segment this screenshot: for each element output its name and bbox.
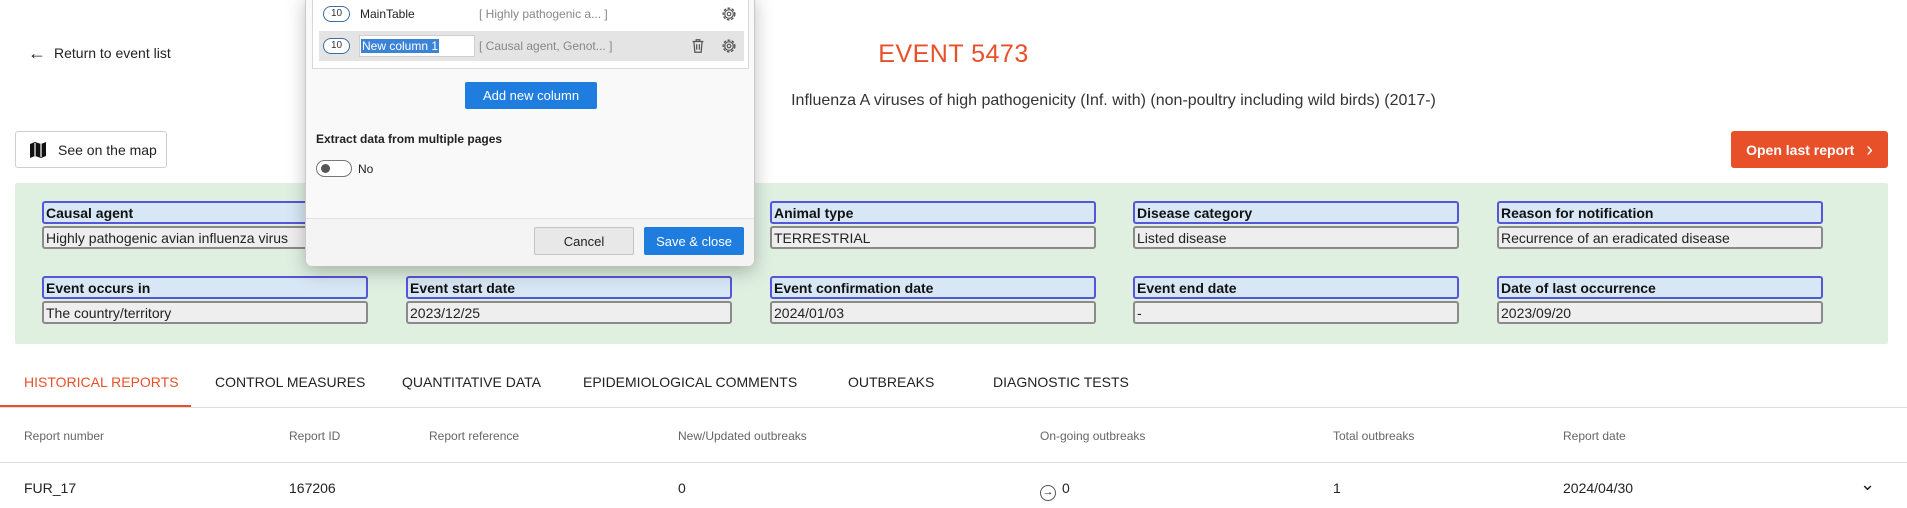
table-header: Report number Report ID Report reference…	[0, 408, 1907, 463]
field-date-of-last-occurrence: Date of last occurrence 2023/09/20	[1497, 276, 1823, 324]
column-name-input[interactable]: New column 1	[359, 35, 475, 57]
column-count-badge: 10	[323, 6, 350, 22]
cell-report-number: FUR_17	[24, 480, 77, 496]
column-header: Total outbreaks	[1333, 429, 1415, 443]
column-name[interactable]: MainTable	[360, 7, 415, 21]
field-value: Listed disease	[1133, 226, 1459, 249]
column-header: Report number	[24, 429, 105, 443]
map-icon	[30, 141, 46, 158]
field-label: Date of last occurrence	[1497, 276, 1823, 299]
column-header: Report reference	[429, 429, 520, 443]
cell-ongoing-outbreaks: → 0	[1040, 480, 1070, 501]
field-animal-type: Animal type TERRESTRIAL	[770, 201, 1096, 249]
field-value: The country/territory	[42, 301, 368, 324]
table-row[interactable]: FUR_17 167206 0 → 0 1 2024/04/30 ⌄	[0, 463, 1907, 508]
column-editor-dialog: 10 MainTable [ Highly pathogenic a... ] …	[305, 0, 755, 266]
field-reason-for-notification: Reason for notification Recurrence of an…	[1497, 201, 1823, 249]
trash-icon[interactable]	[689, 37, 707, 55]
tab-outbreaks[interactable]: OUTBREAKS	[848, 374, 934, 390]
tab-control-measures[interactable]: CONTROL MEASURES	[215, 374, 365, 390]
field-value: TERRESTRIAL	[770, 226, 1096, 249]
field-value: -	[1133, 301, 1459, 324]
chevron-down-icon[interactable]: ⌄	[1860, 474, 1875, 495]
field-event-start-date: Event start date 2023/12/25	[406, 276, 732, 324]
extract-multiple-pages-label: Extract data from multiple pages	[316, 132, 503, 146]
ongoing-value: 0	[1062, 480, 1070, 496]
field-label: Event start date	[406, 276, 732, 299]
column-row-selected[interactable]: 10 New column 1 [ Causal agent, Genot...…	[319, 31, 744, 61]
event-subtitle-wrap: Influenza A viruses of high pathogenicit…	[0, 92, 1907, 110]
field-label: Reason for notification	[1497, 201, 1823, 224]
toggle-state-label: No	[358, 162, 374, 176]
see-on-map-button[interactable]: See on the map	[15, 131, 167, 168]
field-label: Disease category	[1133, 201, 1459, 224]
event-info-panel: Causal agent Highly pathogenic avian inf…	[15, 183, 1888, 344]
tab-diagnostic-tests[interactable]: DIAGNOSTIC TESTS	[993, 374, 1129, 390]
field-event-confirmation-date: Event confirmation date 2024/01/03	[770, 276, 1096, 324]
report-tabs: HISTORICAL REPORTS CONTROL MEASURES QUAN…	[0, 366, 1907, 408]
arrow-circle-icon: →	[1040, 485, 1056, 501]
map-button-label: See on the map	[58, 141, 157, 158]
cell-total-outbreaks: 1	[1333, 480, 1341, 496]
event-subtitle: Influenza A viruses of high pathogenicit…	[791, 92, 1436, 109]
save-and-close-button[interactable]: Save & close	[644, 227, 744, 255]
cell-report-id: 167206	[289, 480, 336, 496]
columns-list: 10 MainTable [ Highly pathogenic a... ] …	[312, 0, 749, 69]
field-event-end-date: Event end date -	[1133, 276, 1459, 324]
field-value: 2023/12/25	[406, 301, 732, 324]
tab-quantitative-data[interactable]: QUANTITATIVE DATA	[402, 374, 541, 390]
open-last-report-button[interactable]: Open last report ›	[1731, 131, 1888, 168]
gear-icon[interactable]	[720, 37, 738, 55]
cell-new-updated-outbreaks: 0	[678, 480, 686, 496]
column-selector-preview: [ Causal agent, Genot... ]	[479, 39, 613, 53]
gear-icon[interactable]	[720, 5, 738, 23]
field-label: Animal type	[770, 201, 1096, 224]
column-row[interactable]: 10 MainTable [ Highly pathogenic a... ]	[319, 0, 744, 29]
event-title: EVENT 5473	[878, 40, 1029, 68]
field-label: Event end date	[1133, 276, 1459, 299]
field-value: Recurrence of an eradicated disease	[1497, 226, 1823, 249]
field-value: 2023/09/20	[1497, 301, 1823, 324]
field-disease-category: Disease category Listed disease	[1133, 201, 1459, 249]
column-header: Report date	[1563, 429, 1626, 443]
column-header: Report ID	[289, 429, 341, 443]
toggle-knob	[321, 164, 330, 173]
column-count-badge: 10	[323, 38, 350, 54]
field-value: 2024/01/03	[770, 301, 1096, 324]
open-report-label: Open last report	[1746, 141, 1855, 158]
extract-multiple-pages-toggle[interactable]	[316, 160, 352, 177]
active-tab-indicator	[0, 405, 191, 407]
cancel-button[interactable]: Cancel	[534, 227, 634, 255]
column-selector-preview: [ Highly pathogenic a... ]	[479, 7, 608, 21]
cell-report-date: 2024/04/30	[1563, 480, 1634, 496]
field-label: Event confirmation date	[770, 276, 1096, 299]
field-event-occurs-in: Event occurs in The country/territory	[42, 276, 368, 324]
field-label: Event occurs in	[42, 276, 368, 299]
dialog-footer: Cancel Save & close	[306, 218, 754, 266]
column-header: On-going outbreaks	[1040, 429, 1146, 443]
add-new-column-button[interactable]: Add new column	[465, 82, 597, 109]
chevron-right-icon: ›	[1866, 138, 1873, 161]
tab-epidemiological-comments[interactable]: EPIDEMIOLOGICAL COMMENTS	[583, 374, 797, 390]
tab-historical-reports[interactable]: HISTORICAL REPORTS	[24, 374, 179, 390]
column-name-selected-text: New column 1	[361, 39, 440, 53]
column-header: New/Updated outbreaks	[678, 429, 807, 443]
